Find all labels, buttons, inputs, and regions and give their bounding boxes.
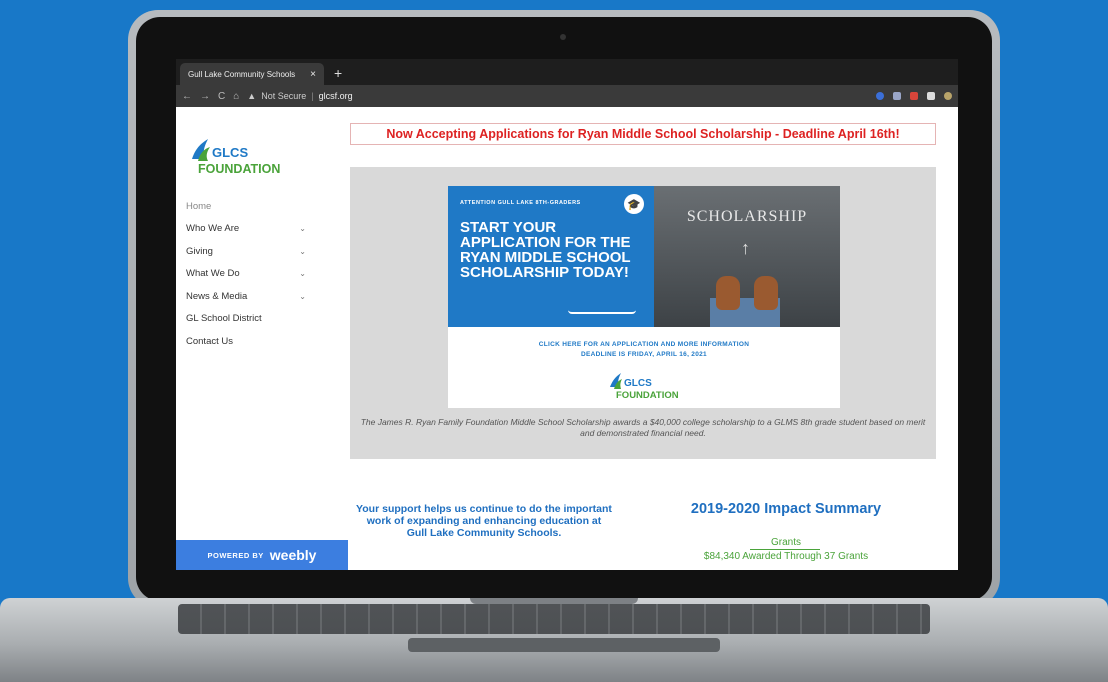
- chevron-down-icon[interactable]: ⌄: [299, 292, 306, 301]
- chevron-down-icon[interactable]: ⌄: [299, 269, 306, 278]
- extensions-area: [876, 92, 952, 100]
- promo-headline: START YOUR APPLICATION FOR THE RYAN MIDD…: [460, 219, 631, 281]
- promo-photo: SCHOLARSHIP ↑: [654, 186, 840, 327]
- url-separator: |: [311, 91, 314, 101]
- tab-close-icon[interactable]: ×: [310, 69, 316, 80]
- puzzle-icon[interactable]: [927, 92, 935, 100]
- warning-icon: ▲: [247, 91, 257, 101]
- promo-kicker: ATTENTION GULL LAKE 8TH-GRADERS: [460, 200, 581, 206]
- impact-summary-title: 2019-2020 Impact Summary: [690, 501, 882, 517]
- forward-icon[interactable]: →: [200, 91, 210, 102]
- nav-label: What We Do: [186, 268, 240, 280]
- logo-text-top: GLCS: [212, 145, 248, 160]
- extension-icon[interactable]: [893, 92, 901, 100]
- reload-icon[interactable]: C: [218, 91, 225, 102]
- chevron-down-icon[interactable]: ⌄: [299, 247, 306, 256]
- swoosh-decoration: [568, 310, 636, 314]
- promo-blue-panel: ATTENTION GULL LAKE 8TH-GRADERS 🎓 START …: [448, 186, 654, 327]
- nav-label: News & Media: [186, 290, 248, 302]
- star-icon[interactable]: [876, 92, 884, 100]
- shoe-image: [716, 276, 740, 310]
- new-tab-icon[interactable]: +: [324, 63, 352, 85]
- laptop-trackpad: [408, 638, 720, 652]
- powered-by-label: POWERED BY: [207, 550, 264, 560]
- grants-divider: [750, 549, 820, 550]
- nav-item-what-we-do[interactable]: What We Do ⌄: [186, 263, 306, 286]
- home-icon[interactable]: ⌂: [233, 91, 239, 102]
- nav-label: GL School District: [186, 313, 262, 325]
- browser-tab[interactable]: Gull Lake Community Schools ×: [180, 63, 324, 85]
- grants-label: Grants: [770, 537, 801, 548]
- promo-deadline: DEADLINE IS FRIDAY, APRIL 16, 2021: [581, 351, 707, 358]
- promo-caption: The James R. Ryan Family Foundation Midd…: [360, 417, 926, 438]
- profile-avatar[interactable]: [944, 92, 952, 100]
- weebly-logo: weebly: [269, 547, 317, 563]
- tab-title: Gull Lake Community Schools: [188, 69, 296, 79]
- laptop-keyboard: [178, 604, 930, 634]
- arrow-up-icon: ↑: [741, 238, 750, 258]
- nav-item-who-we-are[interactable]: Who We Are ⌄: [186, 218, 306, 241]
- extension-icon[interactable]: [910, 92, 918, 100]
- url-text: glcsf.org: [318, 91, 353, 101]
- main-content: Now Accepting Applications for Ryan Midd…: [350, 107, 958, 570]
- shoe-image: [754, 276, 778, 310]
- sidebar: GLCS FOUNDATION Home Who We Are ⌄ Giving…: [176, 107, 348, 570]
- logo-text-top: GLCS: [624, 378, 652, 389]
- promo-footer: CLICK HERE FOR AN APPLICATION AND MORE I…: [448, 327, 840, 408]
- graduation-cap-icon: 🎓: [624, 194, 644, 214]
- powered-by-weebly[interactable]: POWERED BY weebly: [176, 540, 348, 570]
- grants-value: $84,340 Awarded Through 37 Grants: [703, 551, 869, 562]
- browser-window: Gull Lake Community Schools × + ← → C ⌂ …: [176, 59, 958, 570]
- nav-item-news-media[interactable]: News & Media ⌄: [186, 285, 306, 308]
- back-icon[interactable]: ←: [182, 91, 192, 102]
- address-bar: ← → C ⌂ ▲ Not Secure | glcsf.org: [176, 85, 958, 107]
- logo-text-bottom: FOUNDATION: [198, 162, 280, 176]
- glcs-foundation-logo[interactable]: GLCS FOUNDATION: [188, 135, 308, 179]
- nav-item-gl-school-district[interactable]: GL School District: [186, 308, 306, 331]
- support-message: Your support helps us continue to do the…: [356, 503, 612, 539]
- nav-item-giving[interactable]: Giving ⌄: [186, 240, 306, 263]
- chevron-down-icon[interactable]: ⌄: [299, 224, 306, 233]
- nav-label: Who We Are: [186, 223, 240, 235]
- not-secure-label: Not Secure: [261, 91, 307, 101]
- tab-strip: Gull Lake Community Schools × +: [176, 59, 958, 85]
- glcs-foundation-logo: GLCS FOUNDATION: [610, 373, 679, 401]
- nav-item-home[interactable]: Home: [186, 195, 306, 218]
- announcement-banner[interactable]: Now Accepting Applications for Ryan Midd…: [350, 123, 936, 145]
- nav-item-contact-us[interactable]: Contact Us: [186, 330, 306, 353]
- nav-label: Home: [186, 200, 212, 212]
- nav-label: Giving: [186, 245, 213, 257]
- feature-panel: ATTENTION GULL LAKE 8TH-GRADERS 🎓 START …: [350, 167, 936, 459]
- scholarship-promo[interactable]: ATTENTION GULL LAKE 8TH-GRADERS 🎓 START …: [448, 186, 840, 408]
- logo-text-bottom: FOUNDATION: [616, 390, 679, 401]
- webcam: [560, 34, 566, 40]
- url-field[interactable]: ▲ Not Secure | glcsf.org: [247, 91, 352, 101]
- web-page: GLCS FOUNDATION Home Who We Are ⌄ Giving…: [176, 107, 958, 570]
- site-nav: Home Who We Are ⌄ Giving ⌄ What We Do ⌄ …: [186, 195, 306, 353]
- promo-cta-link[interactable]: CLICK HERE FOR AN APPLICATION AND MORE I…: [448, 341, 840, 348]
- chalkboard-word: SCHOLARSHIP: [686, 208, 808, 225]
- nav-label: Contact Us: [186, 335, 233, 347]
